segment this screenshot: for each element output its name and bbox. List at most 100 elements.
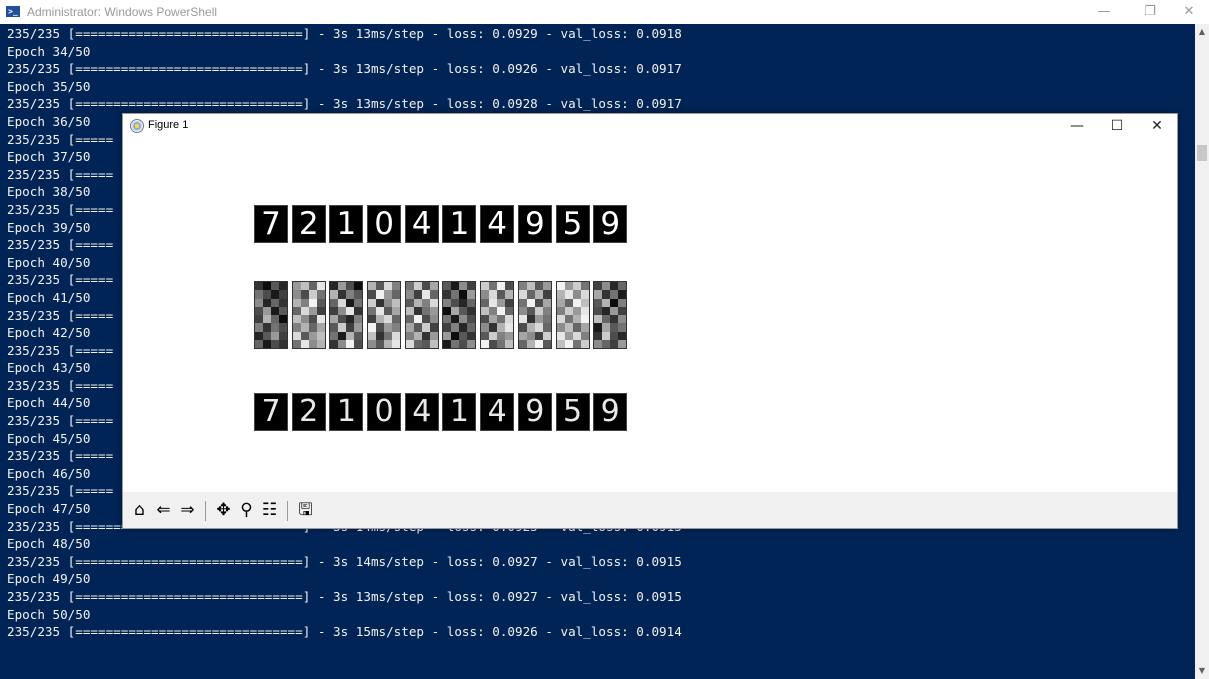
figure-close-button[interactable]: ✕ — [1142, 116, 1172, 136]
encoded-pixel — [330, 282, 339, 291]
encoded-pixel — [263, 331, 271, 340]
encoded-pixel — [279, 331, 287, 340]
original-digit-image: 2 — [291, 205, 326, 243]
encoded-pixel — [292, 331, 301, 340]
encoded-pixel — [384, 315, 393, 324]
encoded-pixel — [542, 315, 551, 324]
encoded-pixel — [534, 331, 543, 340]
powershell-title: Administrator: Windows PowerShell — [27, 5, 218, 19]
encoded-pixel — [602, 306, 611, 315]
encoded-pixel — [376, 306, 385, 315]
original-digit-image: 9 — [517, 205, 552, 243]
encoded-pixel — [308, 290, 317, 299]
encoded-pixel — [443, 306, 452, 315]
encoded-pixel — [580, 315, 589, 324]
encoded-pixel — [580, 323, 589, 332]
configure-subplots-icon[interactable]: ☷ — [259, 500, 280, 521]
encoded-pixel — [354, 306, 363, 315]
forward-arrow-icon[interactable]: ⇒ — [177, 500, 198, 521]
encoded-pixel — [263, 323, 271, 332]
encoded-pixel — [384, 306, 393, 315]
powershell-titlebar: >_ Administrator: Windows PowerShell — ❐… — [0, 0, 1209, 24]
encoded-pixel — [392, 282, 401, 291]
original-digit-image: 1 — [442, 205, 477, 243]
encoded-pixel — [271, 331, 279, 340]
scroll-thumb[interactable] — [1197, 145, 1207, 161]
encoded-pixel — [518, 323, 527, 332]
encoded-pixel — [405, 339, 414, 348]
figure-minimize-button[interactable]: — — [1062, 116, 1092, 136]
encoded-pixel — [526, 339, 535, 348]
original-digit-image: 7 — [254, 205, 288, 243]
encoded-pixel — [384, 323, 393, 332]
encoded-pixel — [405, 306, 414, 315]
encoded-pixel — [534, 306, 543, 315]
encoded-pixel — [316, 315, 325, 324]
encoded-pixel — [542, 331, 551, 340]
save-icon[interactable]: 🖫 — [295, 500, 316, 521]
zoom-icon[interactable]: ⚲ — [236, 500, 257, 521]
minimize-button[interactable]: — — [1091, 2, 1117, 22]
encoded-pixel — [594, 315, 603, 324]
scroll-down-icon[interactable]: ▼ — [1195, 663, 1209, 679]
encoded-pixel — [271, 282, 279, 291]
encoded-pixel — [413, 290, 422, 299]
encoded-pixel — [300, 306, 309, 315]
scroll-up-icon[interactable]: ▲ — [1195, 24, 1209, 40]
encoded-pixel — [542, 339, 551, 348]
encoded-pixel — [271, 323, 279, 332]
encoded-image — [291, 281, 326, 349]
encoded-pixel — [443, 290, 452, 299]
encoded-pixel — [518, 339, 527, 348]
encoded-pixel — [610, 315, 619, 324]
back-arrow-icon[interactable]: ⇐ — [153, 500, 174, 521]
console-line: Epoch 34/50 — [7, 43, 91, 59]
figure-canvas[interactable]: 7210414959 7210414959 — [123, 138, 1177, 492]
encoded-pixel — [451, 298, 460, 307]
encoded-pixel — [346, 290, 355, 299]
original-digit-image: 9 — [593, 205, 628, 243]
encoded-pixel — [354, 290, 363, 299]
encoded-pixel — [572, 298, 581, 307]
pan-icon[interactable]: ✥ — [213, 500, 234, 521]
encoded-pixel — [279, 282, 287, 291]
encoded-pixel — [467, 339, 476, 348]
encoded-pixel — [505, 331, 514, 340]
encoded-pixel — [443, 282, 452, 291]
encoded-pixel — [413, 306, 422, 315]
close-button[interactable]: ✕ — [1176, 2, 1202, 22]
encoded-pixel — [467, 331, 476, 340]
encoded-pixel — [505, 298, 514, 307]
home-icon[interactable]: ⌂ — [129, 500, 150, 521]
encoded-pixel — [338, 339, 347, 348]
encoded-pixel — [518, 331, 527, 340]
encoded-pixel — [526, 290, 535, 299]
encoded-pixel — [421, 323, 430, 332]
encoded-pixel — [263, 298, 271, 307]
encoded-pixel — [346, 339, 355, 348]
encoded-pixel — [300, 315, 309, 324]
original-digit-image: 5 — [555, 205, 590, 243]
encoded-pixel — [255, 331, 263, 340]
encoded-pixel — [618, 323, 627, 332]
original-digit-image: 4 — [404, 205, 439, 243]
vertical-scrollbar[interactable]: ▲ ▼ — [1195, 24, 1209, 679]
encoded-pixel — [580, 331, 589, 340]
encoded-pixel — [489, 306, 498, 315]
encoded-pixel — [618, 290, 627, 299]
encoded-pixel — [392, 339, 401, 348]
encoded-pixel — [421, 282, 430, 291]
encoded-pixel — [255, 339, 263, 348]
maximize-button[interactable]: ❐ — [1137, 2, 1163, 22]
figure-maximize-button[interactable]: ☐ — [1102, 116, 1132, 136]
encoded-pixel — [330, 290, 339, 299]
encoded-pixel — [618, 331, 627, 340]
encoded-pixel — [354, 298, 363, 307]
encoded-pixel — [429, 282, 438, 291]
encoded-pixel — [481, 306, 490, 315]
reconstructed-digit-image: 5 — [555, 393, 590, 431]
encoded-pixel — [505, 306, 514, 315]
encoded-pixel — [421, 331, 430, 340]
encoded-pixel — [279, 290, 287, 299]
encoded-pixel — [534, 323, 543, 332]
